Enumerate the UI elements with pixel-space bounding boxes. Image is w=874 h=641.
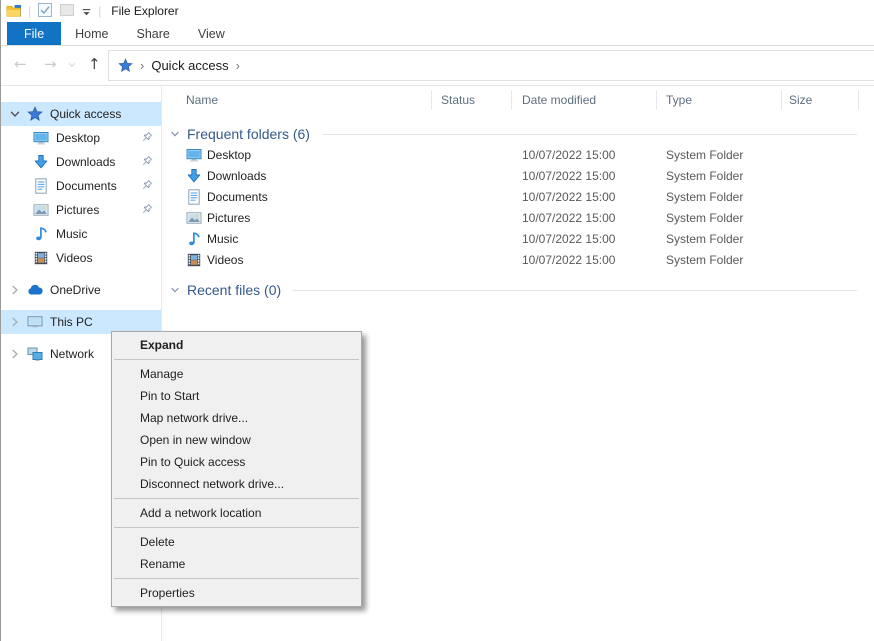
chevron-down-icon[interactable]: [169, 284, 181, 296]
menu-item-open-in-new-window[interactable]: Open in new window: [112, 429, 361, 451]
title-bar: | | File Explorer: [1, 0, 874, 22]
new-folder-icon[interactable]: [59, 2, 75, 18]
videos-icon: [186, 252, 202, 268]
breadcrumb-separator-icon[interactable]: ›: [140, 58, 144, 73]
chevron-down-icon[interactable]: [8, 107, 22, 121]
file-row-desktop[interactable]: Desktop 10/07/2022 15:00 System Folder: [162, 145, 874, 166]
file-row-music[interactable]: Music 10/07/2022 15:00 System Folder: [162, 229, 874, 250]
group-header-frequent-folders[interactable]: Frequent folders (6): [162, 123, 874, 145]
column-divider[interactable]: [858, 90, 859, 110]
sidebar-item-desktop[interactable]: Desktop: [1, 126, 161, 150]
sidebar-item-onedrive[interactable]: OneDrive: [1, 278, 161, 302]
sidebar-item-downloads[interactable]: Downloads: [1, 150, 161, 174]
downloads-icon: [186, 168, 202, 184]
recent-locations-dropdown-icon[interactable]: [67, 60, 77, 70]
menu-separator: [114, 578, 359, 579]
titlebar-divider: |: [28, 4, 31, 18]
sidebar-item-pictures[interactable]: Pictures: [1, 198, 161, 222]
pictures-icon: [186, 210, 202, 226]
documents-icon: [33, 178, 49, 194]
breadcrumb-separator-icon[interactable]: ›: [236, 58, 240, 73]
column-divider[interactable]: [656, 90, 657, 110]
titlebar-divider: |: [98, 4, 101, 18]
column-divider[interactable]: [431, 90, 432, 110]
pin-icon: [140, 203, 153, 216]
desktop-icon: [33, 130, 49, 146]
music-icon: [33, 226, 49, 242]
column-headers: Name Status Date modified Type Size: [162, 86, 874, 115]
menu-item-expand[interactable]: Expand: [112, 334, 361, 356]
desktop-icon: [186, 147, 202, 163]
quick-access-icon: [118, 58, 133, 73]
customize-qat-icon[interactable]: [81, 7, 92, 18]
music-icon: [186, 231, 202, 247]
menu-item-properties[interactable]: Properties: [112, 582, 361, 604]
context-menu: Expand ManagePin to StartMap network driv…: [111, 331, 362, 607]
ribbon-tabs: File Home Share View: [1, 22, 874, 46]
column-divider[interactable]: [781, 90, 782, 110]
forward-button[interactable]: →: [44, 55, 57, 73]
menu-item-map-network-drive[interactable]: Map network drive...: [112, 407, 361, 429]
menu-item-pin-to-quick-access[interactable]: Pin to Quick access: [112, 451, 361, 473]
network-icon: [27, 346, 43, 362]
column-divider[interactable]: [511, 90, 512, 110]
window-title: File Explorer: [111, 4, 178, 18]
sidebar-item-music[interactable]: Music: [1, 222, 161, 246]
chevron-down-icon[interactable]: [169, 128, 181, 140]
menu-item-add-a-network-location[interactable]: Add a network location: [112, 502, 361, 524]
sidebar-item-quick-access[interactable]: Quick access: [1, 102, 161, 126]
quick-access-toolbar: [37, 2, 92, 21]
menu-item-delete[interactable]: Delete: [112, 531, 361, 553]
downloads-icon: [33, 154, 49, 170]
column-header-name[interactable]: Name: [186, 93, 218, 107]
column-header-type[interactable]: Type: [666, 93, 692, 107]
menu-separator: [114, 498, 359, 499]
menu-item-manage[interactable]: Manage: [112, 363, 361, 385]
pictures-icon: [33, 202, 49, 218]
menu-separator: [114, 527, 359, 528]
file-row-pictures[interactable]: Pictures 10/07/2022 15:00 System Folder: [162, 208, 874, 229]
tab-view[interactable]: View: [184, 22, 239, 45]
chevron-right-icon[interactable]: [8, 347, 22, 361]
chevron-right-icon[interactable]: [8, 315, 22, 329]
menu-item-disconnect-network-drive[interactable]: Disconnect network drive...: [112, 473, 361, 495]
pin-icon: [140, 179, 153, 192]
documents-icon: [186, 189, 202, 205]
file-row-downloads[interactable]: Downloads 10/07/2022 15:00 System Folder: [162, 166, 874, 187]
file-row-videos[interactable]: Videos 10/07/2022 15:00 System Folder: [162, 250, 874, 271]
column-header-status[interactable]: Status: [441, 93, 475, 107]
breadcrumb-quick-access[interactable]: Quick access: [151, 58, 228, 73]
file-explorer-window: | | File Explorer File Home Share View ←…: [0, 0, 874, 641]
sidebar-item-videos[interactable]: Videos: [1, 246, 161, 270]
column-header-size[interactable]: Size: [789, 93, 812, 107]
tab-share[interactable]: Share: [123, 22, 184, 45]
menu-item-rename[interactable]: Rename: [112, 553, 361, 575]
chevron-right-icon[interactable]: [8, 283, 22, 297]
tab-file[interactable]: File: [7, 22, 61, 45]
videos-icon: [33, 250, 49, 266]
group-header-rule: [293, 290, 857, 291]
navigation-toolbar: ← → ↑ › Quick access ›: [1, 46, 874, 86]
this-pc-icon: [27, 314, 43, 330]
address-bar[interactable]: › Quick access ›: [108, 50, 874, 81]
menu-separator: [114, 359, 359, 360]
pin-icon: [140, 131, 153, 144]
file-row-documents[interactable]: Documents 10/07/2022 15:00 System Folder: [162, 187, 874, 208]
sidebar-item-documents[interactable]: Documents: [1, 174, 161, 198]
tab-home[interactable]: Home: [61, 22, 122, 45]
group-header-recent-files[interactable]: Recent files (0): [162, 279, 874, 301]
quick-access-icon: [27, 106, 43, 122]
properties-checkbox-icon[interactable]: [37, 2, 53, 18]
frequent-folders-list: Desktop 10/07/2022 15:00 System Folder D…: [162, 145, 874, 271]
explorer-app-icon[interactable]: [6, 3, 22, 19]
onedrive-icon: [27, 282, 43, 298]
back-button[interactable]: ←: [14, 55, 27, 73]
column-header-date-modified[interactable]: Date modified: [522, 93, 596, 107]
menu-item-pin-to-start[interactable]: Pin to Start: [112, 385, 361, 407]
up-button[interactable]: ↑: [88, 55, 101, 73]
group-header-rule: [322, 134, 857, 135]
pin-icon: [140, 155, 153, 168]
